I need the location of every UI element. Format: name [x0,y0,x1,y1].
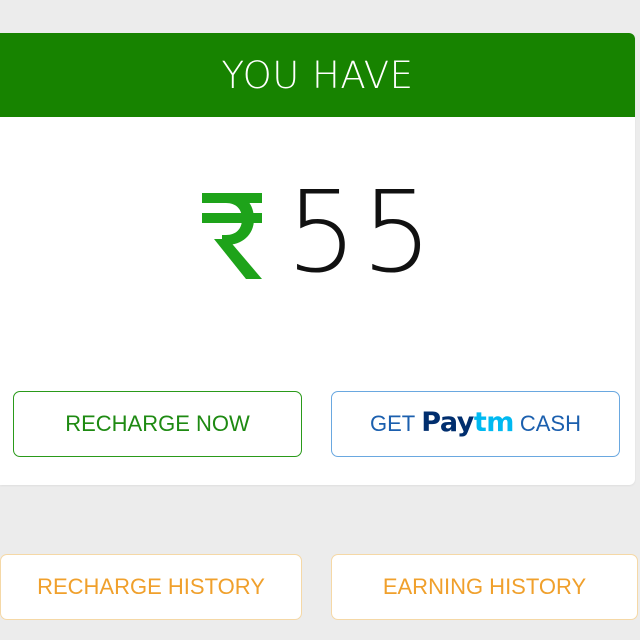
balance-display: 55 [0,173,635,293]
wallet-card-title: YOU HAVE [221,53,414,97]
get-paytm-cash-button[interactable]: GET Pay tm CASH [331,391,620,457]
recharge-history-label: RECHARGE HISTORY [37,574,265,599]
recharge-history-button[interactable]: RECHARGE HISTORY [0,554,302,620]
recharge-now-button[interactable]: RECHARGE NOW [13,391,302,457]
paytm-logo-pay: Pay [421,406,474,438]
earning-history-label: EARNING HISTORY [382,574,587,599]
wallet-card-header: YOU HAVE [0,33,635,117]
paytm-suffix-label: CASH [519,411,581,436]
recharge-now-label: RECHARGE NOW [65,411,250,436]
rupee-icon [202,193,262,279]
paytm-logo-tm: tm [473,406,515,438]
wallet-card: YOU HAVE 55 RECHARGE NOW GET Pay tm CASH [0,33,635,485]
balance-amount: 55 [286,168,437,298]
paytm-logo: Pay tm [421,407,514,438]
earning-history-button[interactable]: EARNING HISTORY [331,554,638,620]
paytm-prefix-label: GET [370,411,416,436]
